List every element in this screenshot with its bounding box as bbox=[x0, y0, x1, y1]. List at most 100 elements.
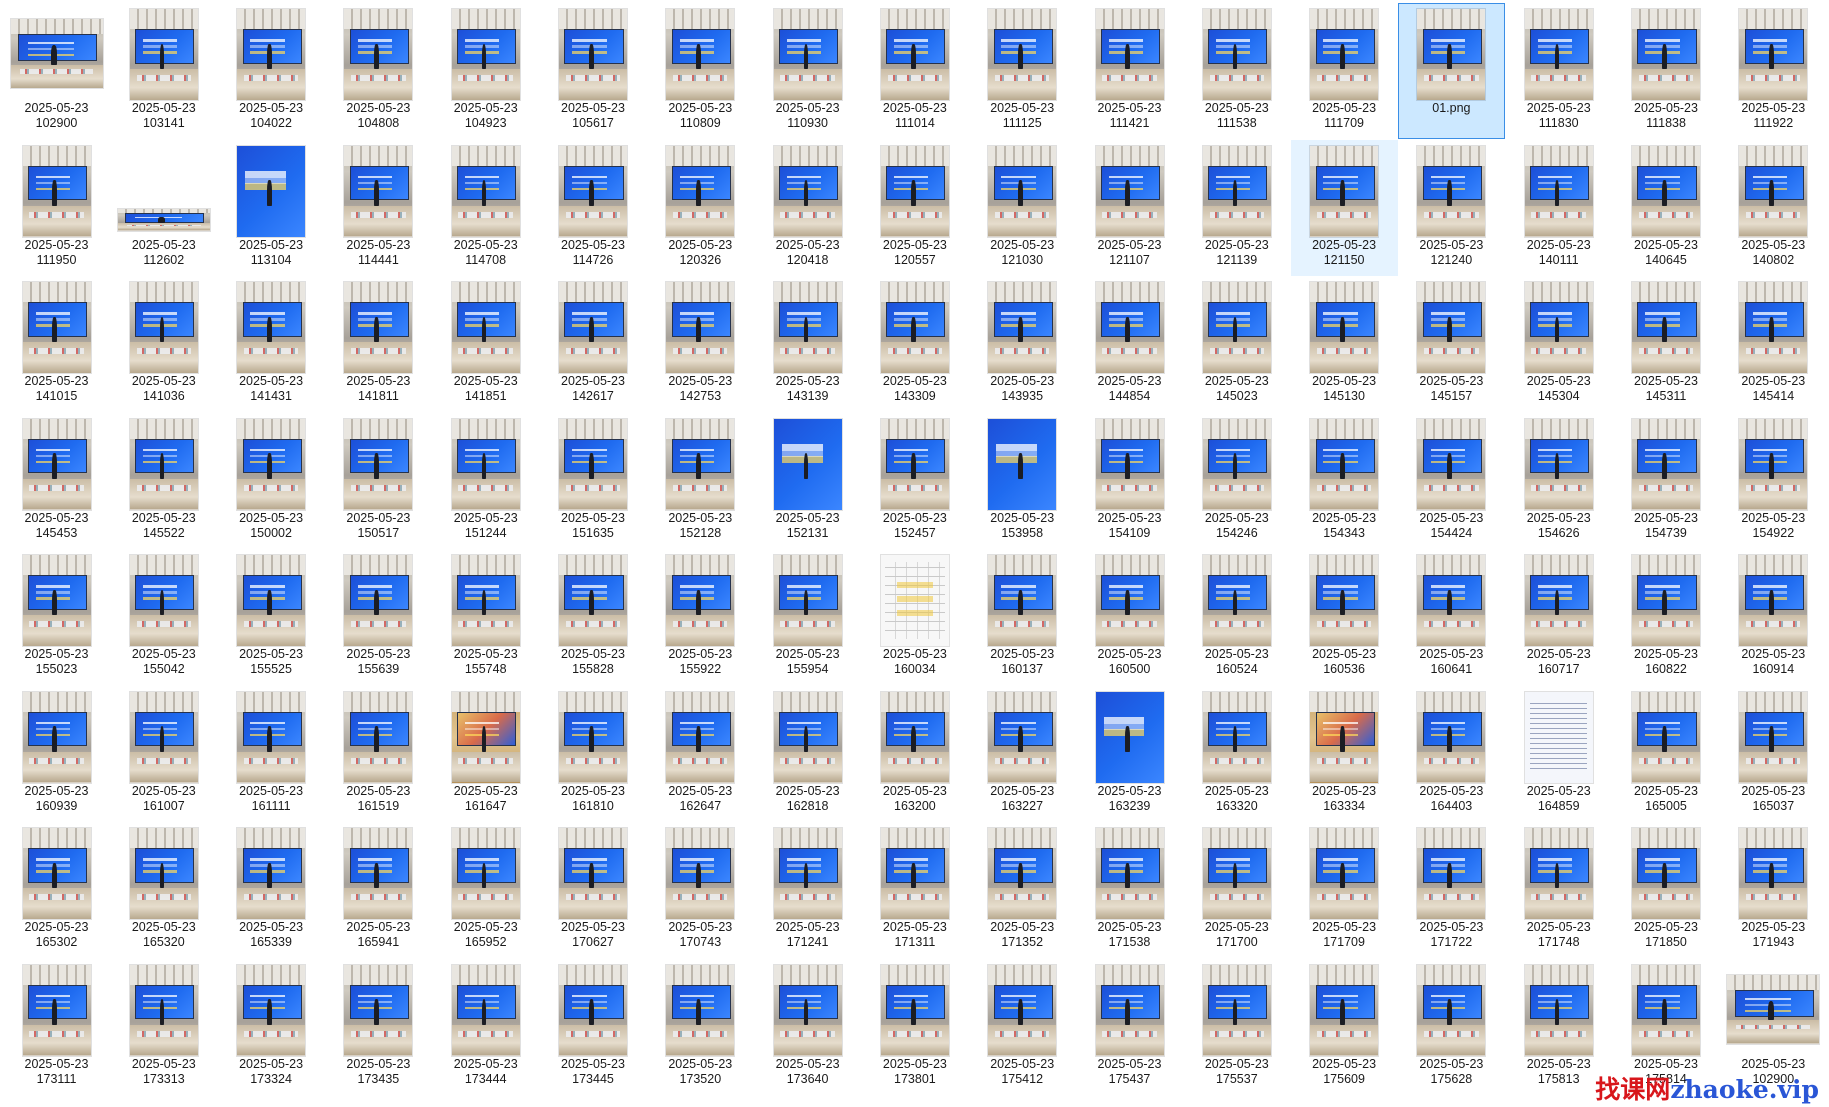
file-item[interactable]: 2025-05-23 140645 bbox=[1613, 140, 1720, 276]
file-item[interactable]: 2025-05-23 175609 bbox=[1291, 959, 1398, 1095]
file-item[interactable]: 2025-05-23 173444 bbox=[432, 959, 539, 1095]
file-item[interactable]: 01.png bbox=[1397, 3, 1505, 139]
file-item[interactable]: 2025-05-23 150517 bbox=[325, 413, 432, 549]
file-item[interactable]: 2025-05-23 155748 bbox=[432, 549, 539, 685]
file-item[interactable]: 2025-05-23 145023 bbox=[1183, 276, 1290, 412]
file-item[interactable]: 2025-05-23 171700 bbox=[1183, 822, 1290, 958]
file-item[interactable]: 2025-05-23 121030 bbox=[969, 140, 1076, 276]
file-item[interactable]: 2025-05-23 170743 bbox=[647, 822, 754, 958]
file-item[interactable]: 2025-05-23 141431 bbox=[218, 276, 325, 412]
file-item[interactable]: 2025-05-23 110930 bbox=[754, 3, 861, 139]
file-item[interactable]: 2025-05-23 160536 bbox=[1291, 549, 1398, 685]
file-item[interactable]: 2025-05-23 154246 bbox=[1183, 413, 1290, 549]
file-item[interactable]: 2025-05-23 160137 bbox=[969, 549, 1076, 685]
file-item[interactable]: 2025-05-23 173520 bbox=[647, 959, 754, 1095]
file-item[interactable]: 2025-05-23 145522 bbox=[110, 413, 217, 549]
file-item[interactable]: 2025-05-23 152128 bbox=[647, 413, 754, 549]
file-item[interactable]: 2025-05-23 114726 bbox=[540, 140, 647, 276]
file-item[interactable]: 2025-05-23 140802 bbox=[1720, 140, 1827, 276]
file-item[interactable]: 2025-05-23 160717 bbox=[1505, 549, 1612, 685]
file-item[interactable]: 2025-05-23 104808 bbox=[325, 3, 432, 139]
file-item[interactable]: 2025-05-23 161810 bbox=[540, 686, 647, 822]
file-item[interactable]: 2025-05-23 141811 bbox=[325, 276, 432, 412]
file-item[interactable]: 2025-05-23 144854 bbox=[1076, 276, 1183, 412]
file-item[interactable]: 2025-05-23 163334 bbox=[1291, 686, 1398, 822]
file-item[interactable]: 2025-05-23 160524 bbox=[1183, 549, 1290, 685]
file-item[interactable]: 2025-05-23 150002 bbox=[218, 413, 325, 549]
file-item[interactable]: 2025-05-23 155023 bbox=[3, 549, 110, 685]
file-item[interactable]: 2025-05-23 151244 bbox=[432, 413, 539, 549]
file-item[interactable]: 2025-05-23 154424 bbox=[1398, 413, 1505, 549]
file-item[interactable]: 2025-05-23 165302 bbox=[3, 822, 110, 958]
file-item[interactable]: 2025-05-23 154922 bbox=[1720, 413, 1827, 549]
file-item[interactable]: 2025-05-23 163320 bbox=[1183, 686, 1290, 822]
file-item[interactable]: 2025-05-23 141851 bbox=[432, 276, 539, 412]
file-item[interactable]: 2025-05-23 111830 bbox=[1505, 3, 1612, 139]
file-item[interactable]: 2025-05-23 140111 bbox=[1505, 140, 1612, 276]
file-item[interactable]: 2025-05-23 111709 bbox=[1291, 3, 1398, 139]
file-item[interactable]: 2025-05-23 151635 bbox=[540, 413, 647, 549]
file-item[interactable]: 2025-05-23 145453 bbox=[3, 413, 110, 549]
file-item[interactable]: 2025-05-23 163239 bbox=[1076, 686, 1183, 822]
file-item[interactable]: 2025-05-23 145311 bbox=[1613, 276, 1720, 412]
file-item[interactable]: 2025-05-23 171943 bbox=[1720, 822, 1827, 958]
file-item[interactable]: 2025-05-23 111838 bbox=[1613, 3, 1720, 139]
file-item[interactable]: 2025-05-23 154739 bbox=[1613, 413, 1720, 549]
file-item[interactable]: 2025-05-23 171538 bbox=[1076, 822, 1183, 958]
file-item[interactable]: 2025-05-23 103141 bbox=[110, 3, 217, 139]
file-item[interactable]: 2025-05-23 145304 bbox=[1505, 276, 1612, 412]
file-item[interactable]: 2025-05-23 173445 bbox=[540, 959, 647, 1095]
file-item[interactable]: 2025-05-23 162818 bbox=[754, 686, 861, 822]
file-item[interactable]: 2025-05-23 121150 bbox=[1290, 139, 1398, 276]
file-item[interactable]: 2025-05-23 155639 bbox=[325, 549, 432, 685]
file-item[interactable]: 2025-05-23 111950 bbox=[3, 140, 110, 276]
file-item[interactable]: 2025-05-23 171241 bbox=[754, 822, 861, 958]
file-item[interactable]: 2025-05-23 165952 bbox=[432, 822, 539, 958]
file-item[interactable]: 2025-05-23 155922 bbox=[647, 549, 754, 685]
file-item[interactable]: 2025-05-23 164403 bbox=[1398, 686, 1505, 822]
file-item[interactable]: 2025-05-23 165339 bbox=[218, 822, 325, 958]
file-item[interactable]: 2025-05-23 121107 bbox=[1076, 140, 1183, 276]
file-item[interactable]: 2025-05-23 114708 bbox=[432, 140, 539, 276]
file-item[interactable]: 2025-05-23 175412 bbox=[969, 959, 1076, 1095]
file-item[interactable]: 2025-05-23 153958 bbox=[969, 413, 1076, 549]
file-item[interactable]: 2025-05-23 161647 bbox=[432, 686, 539, 822]
file-item[interactable]: 2025-05-23 165941 bbox=[325, 822, 432, 958]
file-item[interactable]: 2025-05-23 175437 bbox=[1076, 959, 1183, 1095]
file-item[interactable]: 2025-05-23 173801 bbox=[861, 959, 968, 1095]
file-item[interactable]: 2025-05-23 175628 bbox=[1398, 959, 1505, 1095]
file-item[interactable]: 2025-05-23 173313 bbox=[110, 959, 217, 1095]
file-item[interactable]: 2025-05-23 111014 bbox=[861, 3, 968, 139]
file-item[interactable]: 2025-05-23 161007 bbox=[110, 686, 217, 822]
file-item[interactable]: 2025-05-23 160914 bbox=[1720, 549, 1827, 685]
file-item[interactable]: 2025-05-23 161519 bbox=[325, 686, 432, 822]
file-item[interactable]: 2025-05-23 152457 bbox=[861, 413, 968, 549]
file-item[interactable]: 2025-05-23 171311 bbox=[861, 822, 968, 958]
file-item[interactable]: 2025-05-23 104923 bbox=[432, 3, 539, 139]
file-item[interactable]: 2025-05-23 171748 bbox=[1505, 822, 1612, 958]
file-item[interactable]: 2025-05-23 142617 bbox=[540, 276, 647, 412]
file-item[interactable]: 2025-05-23 171352 bbox=[969, 822, 1076, 958]
file-item[interactable]: 2025-05-23 171850 bbox=[1613, 822, 1720, 958]
file-item[interactable]: 2025-05-23 120418 bbox=[754, 140, 861, 276]
file-item[interactable]: 2025-05-23 173111 bbox=[3, 959, 110, 1095]
file-item[interactable]: 2025-05-23 160034 bbox=[861, 549, 968, 685]
file-item[interactable]: 2025-05-23 155042 bbox=[110, 549, 217, 685]
file-item[interactable]: 2025-05-23 121240 bbox=[1398, 140, 1505, 276]
file-item[interactable]: 2025-05-23 120326 bbox=[647, 140, 754, 276]
file-item[interactable]: 2025-05-23 160500 bbox=[1076, 549, 1183, 685]
file-item[interactable]: 2025-05-23 170627 bbox=[540, 822, 647, 958]
file-item[interactable]: 2025-05-23 141015 bbox=[3, 276, 110, 412]
file-item[interactable]: 2025-05-23 171722 bbox=[1398, 822, 1505, 958]
file-item[interactable]: 2025-05-23 175537 bbox=[1183, 959, 1290, 1095]
file-item[interactable]: 2025-05-23 111421 bbox=[1076, 3, 1183, 139]
file-item[interactable]: 2025-05-23 160939 bbox=[3, 686, 110, 822]
file-item[interactable]: 2025-05-23 145130 bbox=[1291, 276, 1398, 412]
file-item[interactable]: 2025-05-23 145414 bbox=[1720, 276, 1827, 412]
file-item[interactable]: 2025-05-23 111538 bbox=[1183, 3, 1290, 139]
file-item[interactable]: 2025-05-23 162647 bbox=[647, 686, 754, 822]
file-item[interactable]: 2025-05-23 105617 bbox=[540, 3, 647, 139]
file-item[interactable]: 2025-05-23 111125 bbox=[969, 3, 1076, 139]
file-item[interactable]: 2025-05-23 141036 bbox=[110, 276, 217, 412]
file-item[interactable]: 2025-05-23 152131 bbox=[754, 413, 861, 549]
